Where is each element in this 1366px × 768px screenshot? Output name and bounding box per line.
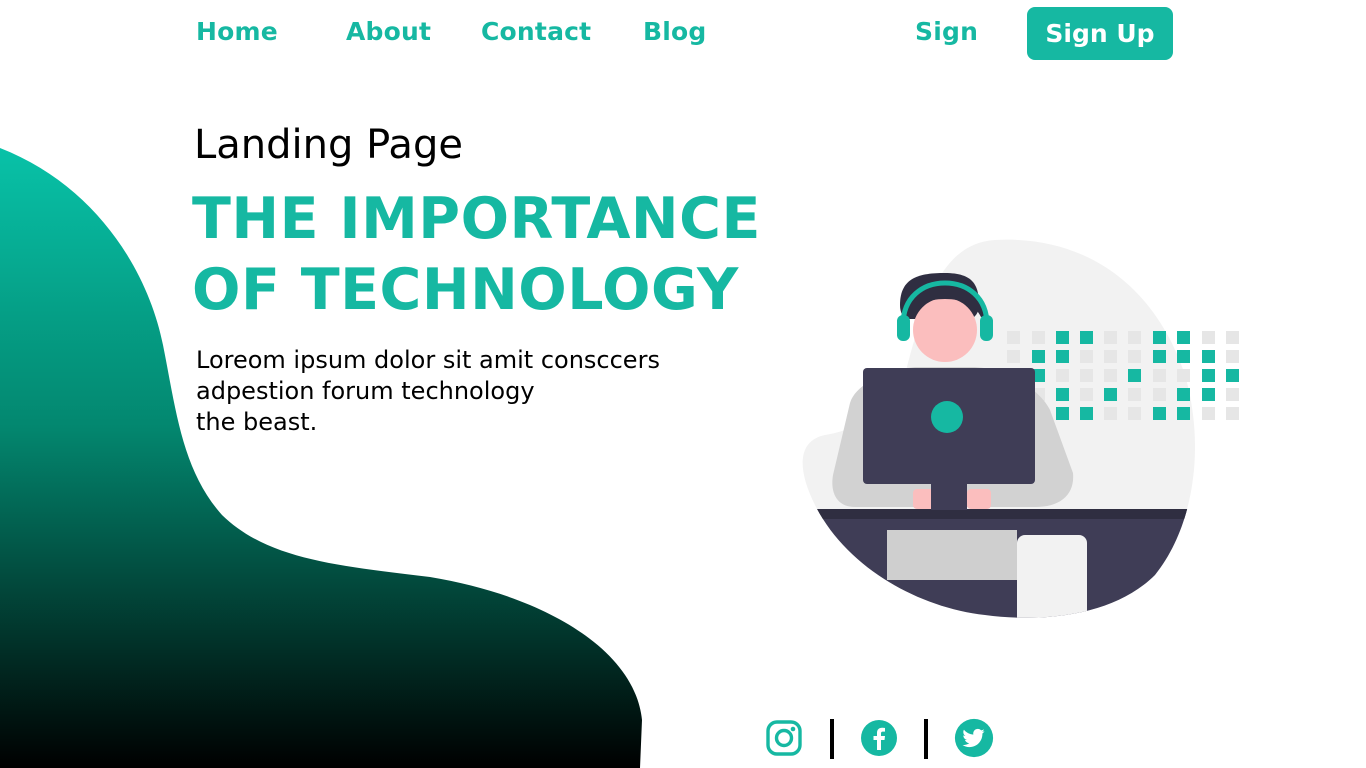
twitter-icon[interactable] [952,717,996,759]
nav-about-link[interactable]: About [346,14,431,50]
sign-up-button[interactable]: Sign Up [1027,7,1173,60]
social-divider [830,719,834,759]
facebook-icon[interactable] [858,717,900,759]
nav-contact-link[interactable]: Contact [481,14,591,50]
hero-headline: THE IMPORTANCE OF TECHNOLOGY [192,184,761,326]
hero-headline-line-1: THE IMPORTANCE [192,186,761,252]
person-at-computer-illustration [802,239,1239,618]
social-divider [924,719,928,759]
hero-description-line-3: the beast. [196,408,318,436]
nav-home-link[interactable]: Home [196,14,278,50]
hero-description-line-1: Loreom ipsum dolor sit amit consccers [196,346,660,374]
instagram-icon[interactable] [764,717,804,759]
hero-headline-line-2: OF TECHNOLOGY [192,257,739,323]
hero-description: Loreom ipsum dolor sit amit consccers ad… [196,345,716,438]
nav-blog-link[interactable]: Blog [643,14,707,50]
page-subtitle: Landing Page [194,122,463,168]
sign-in-link[interactable]: Sign [915,14,978,50]
hero-description-line-2: adpestion forum technology [196,377,535,405]
